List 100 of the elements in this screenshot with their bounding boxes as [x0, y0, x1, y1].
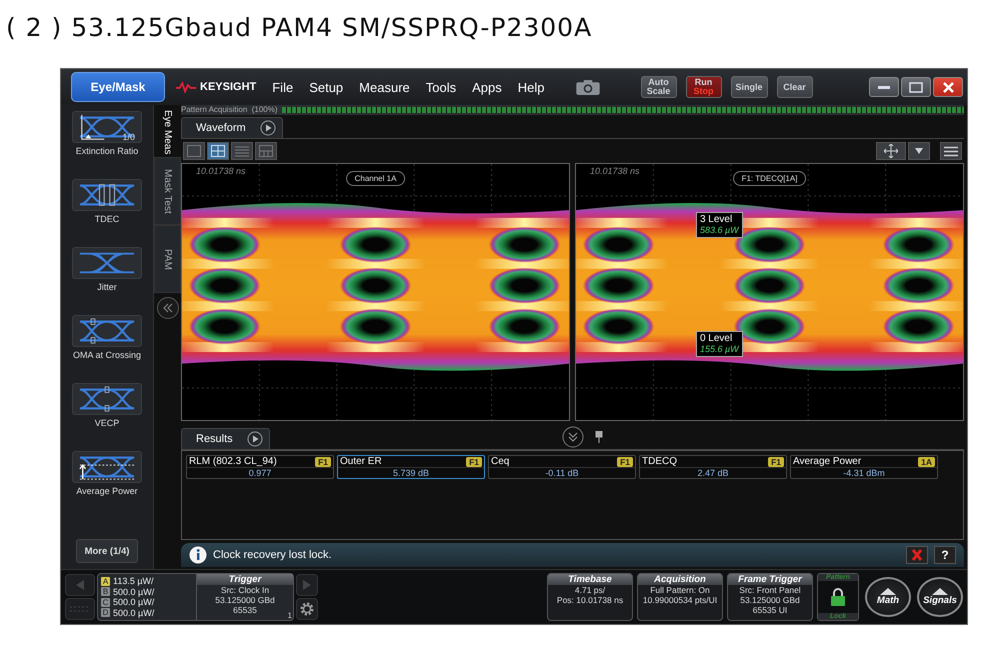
status-panel[interactable]: Acquisition Full Pattern: On 10.99000534 pts/UI	[637, 573, 723, 621]
run-stop-button[interactable]: Run Stop	[686, 76, 722, 98]
settings-icon	[299, 601, 315, 617]
move-arrows-icon	[884, 144, 898, 158]
result-name: Average Power	[793, 456, 862, 467]
double-chevron-down-icon[interactable]	[562, 426, 584, 448]
result-value: 5.739 dB	[338, 467, 484, 478]
menu-item[interactable]: Apps	[466, 80, 508, 94]
result-card[interactable]: Average Power 1A -4.31 dBm	[790, 455, 938, 479]
results-tab[interactable]: Results	[181, 428, 270, 449]
settings-button[interactable]	[296, 598, 318, 620]
marker-value: 583.6 µW	[700, 225, 739, 236]
status-panel[interactable]: Frame Trigger Src: Front Panel 53.125000 GBd 65535 UI	[727, 573, 813, 621]
double-chevron-left-icon	[162, 303, 172, 313]
minimize-button[interactable]	[869, 77, 899, 97]
collapse-button[interactable]	[156, 297, 178, 319]
measurement-button[interactable]	[72, 451, 142, 483]
page-number: 1	[288, 611, 292, 620]
layout-icon	[211, 145, 225, 157]
marker-name: 0 Level	[700, 333, 734, 344]
close-icon	[911, 549, 923, 561]
maximize-icon	[909, 82, 923, 92]
panel-value: Full Pattern: On	[650, 585, 710, 595]
layout-button[interactable]	[231, 142, 253, 160]
info-icon	[189, 546, 207, 564]
panel-title: Timebase	[548, 574, 632, 585]
channel-badge: A	[101, 576, 110, 586]
waveform-tab[interactable]: Waveform	[181, 117, 283, 138]
pin-icon[interactable]	[594, 431, 602, 443]
triangle-left-icon	[76, 580, 84, 590]
source-badge: F1	[768, 456, 784, 466]
result-name: Ceq	[491, 456, 510, 467]
panel-value: Src: Clock In	[220, 585, 270, 595]
round-button[interactable]: Signals	[917, 577, 963, 617]
marker-name: 3 Level	[700, 214, 734, 225]
marker-value: 155.6 µW	[700, 344, 739, 355]
pan-button[interactable]	[876, 142, 906, 160]
wave-logo-icon	[175, 81, 197, 93]
dropdown-button[interactable]	[908, 142, 930, 160]
source-badge: F1	[617, 456, 633, 466]
measurement-label: Jitter	[96, 282, 118, 293]
side-tab[interactable]: Mask Test	[154, 157, 181, 225]
layout-icon	[259, 145, 273, 157]
result-card[interactable]: TDECQ F1 2.47 dB	[639, 455, 787, 479]
side-tab[interactable]: PAM	[154, 225, 181, 293]
result-card[interactable]: Outer ER F1 5.739 dB	[337, 455, 485, 479]
help-button[interactable]: ?	[934, 546, 956, 564]
channel-scale: 500.0 µW/	[113, 608, 154, 618]
toolbar-button[interactable]: Auto Scale	[640, 76, 676, 98]
menu-item[interactable]: Tools	[420, 80, 462, 94]
toolbar-button[interactable]: Clear	[776, 76, 813, 98]
measurement-label: VECP	[94, 418, 120, 429]
result-card[interactable]: RLM (802.3 CL_94) F1 0.977	[186, 455, 334, 479]
acquisition-status: Pattern Acquisition (100%)	[181, 105, 278, 115]
menu-item[interactable]: File	[266, 80, 300, 94]
maximize-button[interactable]	[901, 77, 931, 97]
menu-item[interactable]: Help	[512, 80, 550, 94]
close-icon	[942, 82, 954, 92]
result-name: TDECQ	[642, 456, 677, 467]
menu-icon	[944, 146, 958, 156]
result-card[interactable]: Ceq F1 -0.11 dB	[488, 455, 636, 479]
timestamp-label: 10.01738 ns	[590, 166, 640, 176]
layout-button[interactable]	[255, 142, 277, 160]
result-name: Outer ER	[340, 456, 382, 467]
panel-value: Src: Front Panel	[739, 585, 801, 595]
menu-item[interactable]: Measure	[353, 80, 416, 94]
layout-button[interactable]	[183, 142, 205, 160]
close-button[interactable]	[933, 77, 963, 97]
panel-title: Acquisition	[638, 574, 722, 585]
panel-value: 53.125000 GBd	[215, 595, 275, 605]
channel-badge: C	[101, 598, 110, 607]
channel-badge: B	[101, 587, 110, 596]
more-button[interactable]: More (1/4)	[76, 539, 138, 563]
eye-mask-button[interactable]: Eye/Mask	[71, 72, 165, 102]
menu-button[interactable]	[940, 142, 962, 160]
layout-button[interactable]	[207, 142, 229, 160]
dots-icon	[70, 606, 90, 612]
triangle-up-icon	[880, 588, 896, 595]
icon-label: 1/0	[122, 132, 135, 142]
round-button[interactable]: Math	[865, 577, 911, 617]
menu-item[interactable]: Setup	[303, 80, 350, 94]
toolbar-button[interactable]: Single	[730, 76, 768, 98]
measurement-button[interactable]	[72, 179, 142, 211]
measurement-button[interactable]: 1/0	[72, 111, 142, 143]
channel-trigger-panel[interactable]: A 113.5 µW/ B 500.0 µW/ C 500.0 µW/ D 500.0 µW/ Trigger Src: Clock In 53.125000 GBd 65535 1	[97, 573, 294, 621]
caret-icon	[915, 148, 923, 154]
camera-icon[interactable]	[574, 78, 600, 96]
measurement-label: Extinction Ratio	[74, 146, 140, 157]
result-value: 0.977	[187, 467, 333, 478]
result-name: RLM (802.3 CL_94)	[189, 456, 277, 467]
panel-title: Frame Trigger	[728, 574, 812, 585]
panel-value: 53.125000 GBd	[740, 595, 800, 605]
status-message: Clock recovery lost lock.	[213, 549, 332, 561]
dismiss-button[interactable]	[906, 546, 928, 564]
minimize-icon	[878, 86, 890, 88]
layout-icon	[235, 145, 249, 157]
status-panel[interactable]: Timebase 4.71 ps/ Pos: 10.01738 ns	[547, 573, 633, 621]
source-badge: 1A	[918, 456, 935, 466]
channel-scale: 113.5 µW/	[113, 576, 154, 586]
panel-value: 10.99000534 pts/UI	[642, 595, 718, 605]
